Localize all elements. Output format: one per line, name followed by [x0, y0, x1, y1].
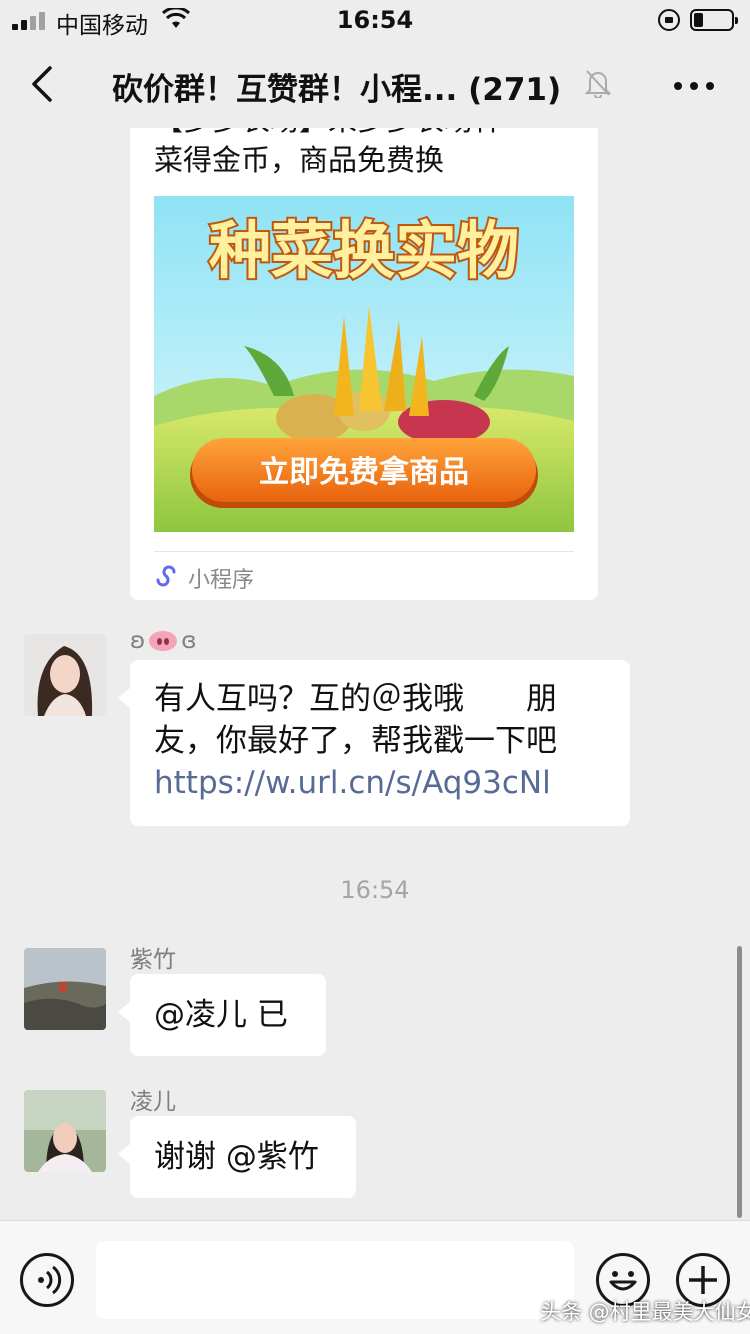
status-time: 16:54	[336, 6, 414, 34]
chevron-left-icon	[32, 66, 52, 102]
rotation-lock-icon	[658, 9, 680, 31]
message-bubble[interactable]: 谢谢 @紫竹	[118, 1116, 356, 1198]
watermark: 头条 @村里最美大仙女	[540, 1300, 750, 1324]
scrollbar[interactable]	[737, 946, 742, 1218]
mini-program-icon	[154, 564, 178, 594]
chat-title: 砍价群！互赞群！小程... (271)	[112, 72, 562, 108]
message-text: @凌儿 已	[154, 997, 288, 1033]
chat-header: 砍价群！互赞群！小程... (271)	[0, 40, 750, 128]
pig-emoji-icon	[149, 631, 178, 651]
time-divider: 16:54	[340, 876, 410, 904]
battery-icon	[690, 9, 738, 31]
divider	[154, 551, 574, 552]
sender-name: 紫竹	[130, 947, 176, 973]
mini-program-card[interactable]: 【多多农场】来多多农场种 菜得金币，商品免费换	[130, 128, 598, 600]
banner-title: 种菜换实物	[209, 214, 519, 287]
back-button[interactable]	[26, 64, 62, 104]
banner-button-label: 立即免费拿商品	[259, 455, 469, 490]
sender-name: 凌儿	[130, 1089, 176, 1115]
message-bubble[interactable]: 有人互吗？互的＠我哦 朋 友，你最好了，帮我戳一下吧 https://w.url…	[118, 660, 630, 826]
message-bubble[interactable]: @凌儿 已	[118, 974, 326, 1056]
message-text: 有人互吗？互的＠我哦 朋 友，你最好了，帮我戳一下吧 https://w.url…	[154, 678, 557, 804]
voice-icon	[38, 1265, 62, 1295]
more-dots-icon	[674, 82, 682, 90]
message-link[interactable]: https://w.url.cn/s/Aq93cNl	[154, 762, 557, 804]
mini-program-description: 【多多农场】来多多农场种 菜得金币，商品免费换	[154, 128, 502, 177]
voice-button[interactable]	[20, 1253, 74, 1307]
sender-name: ʚɞ	[130, 628, 197, 654]
message-text: 谢谢 @紫竹	[154, 1139, 319, 1175]
more-button[interactable]	[668, 70, 720, 100]
mini-program-banner[interactable]: 种菜换实物 立即免费拿商品	[154, 196, 574, 532]
avatar[interactable]	[24, 1090, 106, 1172]
bell-off-icon	[584, 68, 612, 102]
chat-messages[interactable]: 【多多农场】来多多农场种 菜得金币，商品免费换	[0, 128, 750, 1220]
message-input[interactable]	[96, 1241, 574, 1319]
status-bar: 中国移动 16:54	[0, 0, 750, 40]
avatar[interactable]	[24, 948, 106, 1030]
battery-level	[694, 13, 703, 27]
avatar[interactable]	[24, 634, 106, 716]
